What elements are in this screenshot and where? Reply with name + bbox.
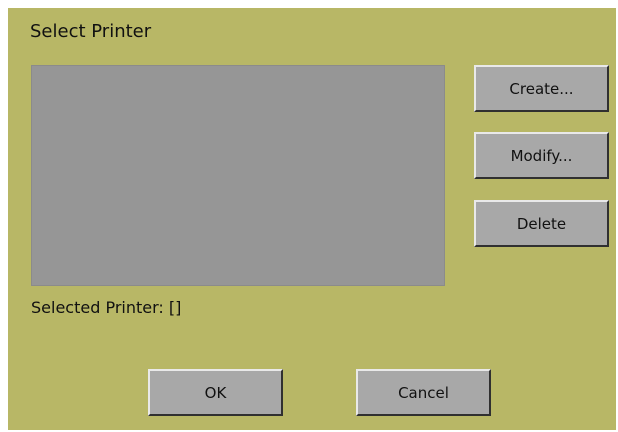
selected-printer-status: Selected Printer: []	[31, 298, 181, 317]
selected-printer-value: []	[168, 298, 182, 317]
printer-list[interactable]	[31, 65, 445, 286]
delete-button[interactable]: Delete	[474, 200, 609, 247]
create-button[interactable]: Create...	[474, 65, 609, 112]
modify-button[interactable]: Modify...	[474, 132, 609, 179]
selected-printer-label: Selected Printer:	[31, 298, 164, 317]
dialog-title: Select Printer	[30, 21, 152, 42]
cancel-button[interactable]: Cancel	[356, 369, 491, 416]
select-printer-dialog: Select Printer Create... Modify... Delet…	[8, 8, 616, 430]
ok-button[interactable]: OK	[148, 369, 283, 416]
